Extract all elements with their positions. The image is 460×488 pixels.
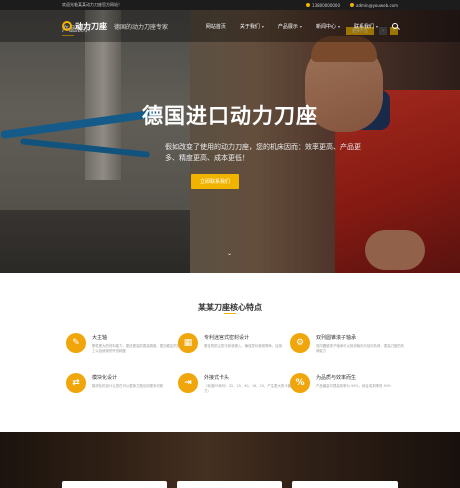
- email-icon: [350, 3, 355, 7]
- swap-icon: ⇄: [66, 373, 86, 393]
- products-section: [0, 432, 460, 488]
- main-nav: 动力刀座 德国的动力刀座专家 网站首页 关于我们 ▾ 产品展示 ▾ 新闻中心 ▾ 联系…: [0, 10, 460, 42]
- chevron-down-icon: ▾: [299, 23, 302, 29]
- feature-item: ▦ 专利迷宫式密封设计 更佳的防尘防冷却液侵入，确保您长使用寿命，应用: [178, 333, 293, 353]
- top-bar: 欢迎光临某某动力刀座官方网站！ 13800000000 admin@youweb…: [0, 0, 460, 10]
- chevron-down-icon: ▾: [375, 23, 378, 29]
- gear-icon: ⚙: [290, 333, 310, 353]
- feature-item: ⚙ 双列圆锥滚子轴承 双向圆锥滚子轴承可以抵消轴向与径向负荷，提高刀座的负荷能力: [290, 333, 405, 354]
- feature-item: ⇥ 外接式卡头 （标准ER系列：32、25、40、16、20、产生更大的卡套力）: [178, 373, 293, 394]
- contact-info: 13800000000 admin@youweb.com: [306, 3, 398, 8]
- hero-description: 假如改变了使用的动力刀座，您的机床因而：效率更高、产品更多、精度更高、成本更低！: [165, 143, 361, 162]
- product-card[interactable]: [177, 481, 282, 488]
- chevron-down-icon: ▾: [261, 23, 264, 29]
- nav-news[interactable]: 新闻中心 ▾: [316, 23, 340, 30]
- pen-icon: ✎: [66, 333, 86, 353]
- features-title: 某某刀座核心特点: [198, 303, 262, 312]
- logo-tagline: 德国的动力刀座专家: [114, 23, 169, 31]
- feature-item: ⇄ 模块化设计 模块化的设计让您在可以更换刀座应用更多切削: [66, 373, 181, 393]
- logo[interactable]: 动力刀座 德国的动力刀座专家: [62, 21, 168, 32]
- email-contact[interactable]: admin@youweb.com: [350, 3, 398, 8]
- contact-us-button[interactable]: 立即联系我们: [190, 174, 239, 189]
- nav-home[interactable]: 网站首页: [206, 23, 226, 30]
- exit-icon: ⇥: [178, 373, 198, 393]
- nav-products[interactable]: 产品展示 ▾: [278, 23, 302, 30]
- seal-icon: ▦: [178, 333, 198, 353]
- title-divider: [224, 313, 236, 314]
- menu: 网站首页 关于我们 ▾ 产品展示 ▾ 新闻中心 ▾ 联系我们 ▾: [206, 23, 398, 30]
- product-card[interactable]: [292, 481, 398, 488]
- feature-item: % 为品质与效率而生 产品最高可提高效率为 50%，综合成本降低 30%: [290, 373, 405, 393]
- welcome-text: 欢迎光临某某动力刀座官方网站！: [62, 2, 122, 7]
- phone-contact: 13800000000: [306, 3, 340, 8]
- chevron-down-icon: ▾: [337, 23, 340, 29]
- search-icon[interactable]: [392, 23, 398, 29]
- phone-icon: [306, 3, 311, 7]
- logo-icon: [62, 21, 72, 31]
- hero-title: 德国进口动力刀座: [142, 104, 318, 128]
- nav-contact[interactable]: 联系我们 ▾: [354, 23, 378, 30]
- percent-icon: %: [290, 373, 310, 393]
- product-card[interactable]: [62, 481, 167, 488]
- hero-content: 德国进口动力刀座 假如改变了使用的动力刀座，您的机床因而：效率更高、产品更多、精…: [0, 100, 460, 189]
- chevron-down-icon[interactable]: ⌄: [227, 250, 232, 257]
- logo-text: 动力刀座: [75, 21, 107, 31]
- feature-item: ✎ 大主轴 刚性更大的材料能力，更优更高的更高精度，更加稳定的加工以及使用的外形精…: [66, 333, 181, 354]
- nav-about[interactable]: 关于我们 ▾: [240, 23, 264, 30]
